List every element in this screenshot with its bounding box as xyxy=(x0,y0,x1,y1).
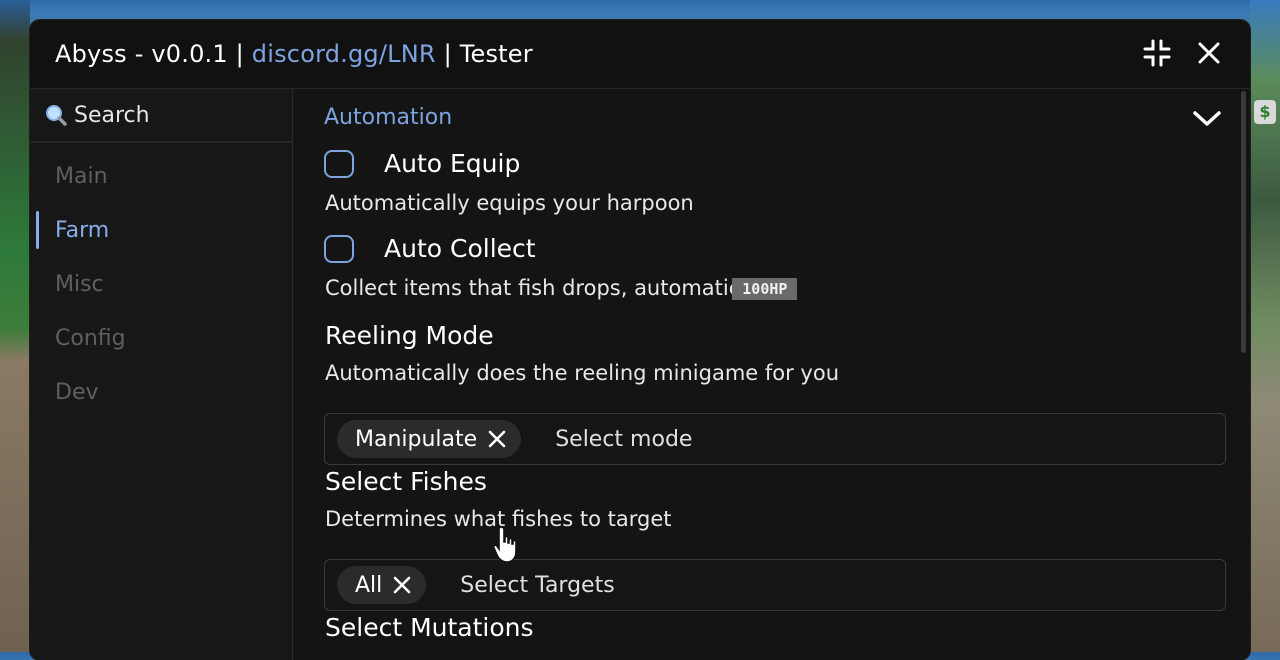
sidebar-item-farm[interactable]: Farm xyxy=(30,203,292,257)
section-title: Automation xyxy=(324,105,453,130)
auto-equip-label: Auto Equip xyxy=(384,149,521,178)
auto-collect-description-text: Collect items that fish drops, automatic xyxy=(325,276,741,300)
sidebar-item-config[interactable]: Config xyxy=(30,311,292,365)
section-collapse-button[interactable] xyxy=(1192,105,1222,131)
close-button[interactable] xyxy=(1194,38,1224,68)
script-window: Abyss - v0.0.1 | discord.gg/LNR | Tester xyxy=(30,20,1250,660)
minimize-button[interactable] xyxy=(1142,38,1172,68)
reeling-mode-chip-label: Manipulate xyxy=(355,426,478,452)
select-fishes-chip-label: All xyxy=(355,572,383,598)
reeling-mode-description: Automatically does the reeling minigame … xyxy=(325,361,840,385)
content-panel: Automation Auto Equip Automatically equi… xyxy=(293,89,1250,660)
select-fishes-dropdown[interactable]: All Select Targets xyxy=(324,559,1226,611)
auto-equip-description: Automatically equips your harpoon xyxy=(325,191,694,215)
close-icon xyxy=(393,576,411,594)
game-background-left xyxy=(0,0,30,652)
auto-collect-label: Auto Collect xyxy=(384,234,536,263)
sidebar-item-main[interactable]: Main xyxy=(30,149,292,203)
title-suffix: | Tester xyxy=(435,40,533,68)
auto-collect-row[interactable]: Auto Collect xyxy=(324,234,536,263)
game-background-right: $ xyxy=(1250,0,1280,652)
sidebar-item-dev[interactable]: Dev xyxy=(30,365,292,419)
window-title: Abyss - v0.0.1 | discord.gg/LNR | Tester xyxy=(55,40,533,68)
reeling-mode-heading: Reeling Mode xyxy=(325,321,494,350)
auto-collect-checkbox[interactable] xyxy=(324,234,354,263)
sidebar: Search Main Farm Misc Config Dev xyxy=(30,89,293,660)
collapse-arrows-icon xyxy=(1143,39,1171,67)
reeling-mode-chip[interactable]: Manipulate xyxy=(337,420,522,458)
sidebar-item-misc[interactable]: Misc xyxy=(30,257,292,311)
auto-equip-checkbox[interactable] xyxy=(324,149,354,178)
auto-collect-description: Collect items that fish drops, automatic… xyxy=(325,276,798,300)
scrollbar[interactable] xyxy=(1241,91,1246,353)
select-fishes-chip[interactable]: All xyxy=(337,566,427,604)
reeling-mode-dropdown[interactable]: Manipulate Select mode xyxy=(324,413,1226,465)
discord-link[interactable]: discord.gg/LNR xyxy=(252,40,436,68)
select-fishes-placeholder: Select Targets xyxy=(460,572,615,598)
remove-chip-button[interactable] xyxy=(392,575,412,595)
auto-equip-row[interactable]: Auto Equip xyxy=(324,149,520,178)
select-fishes-heading: Select Fishes xyxy=(325,467,487,496)
search-label: Search xyxy=(74,102,150,128)
hand-cursor-icon xyxy=(492,526,517,563)
search-box[interactable]: Search xyxy=(30,89,292,143)
title-prefix: Abyss - v0.0.1 | xyxy=(55,40,252,68)
remove-chip-button[interactable] xyxy=(487,429,507,449)
select-mutations-heading: Select Mutations xyxy=(325,613,534,642)
reeling-mode-placeholder: Select mode xyxy=(555,426,693,452)
search-icon xyxy=(46,105,67,126)
close-icon xyxy=(1198,42,1220,64)
close-icon xyxy=(488,430,506,448)
hp-badge: 100HP xyxy=(732,278,798,300)
chevron-down-icon xyxy=(1193,111,1221,126)
currency-icon: $ xyxy=(1254,100,1276,124)
title-bar[interactable]: Abyss - v0.0.1 | discord.gg/LNR | Tester xyxy=(30,20,1250,89)
